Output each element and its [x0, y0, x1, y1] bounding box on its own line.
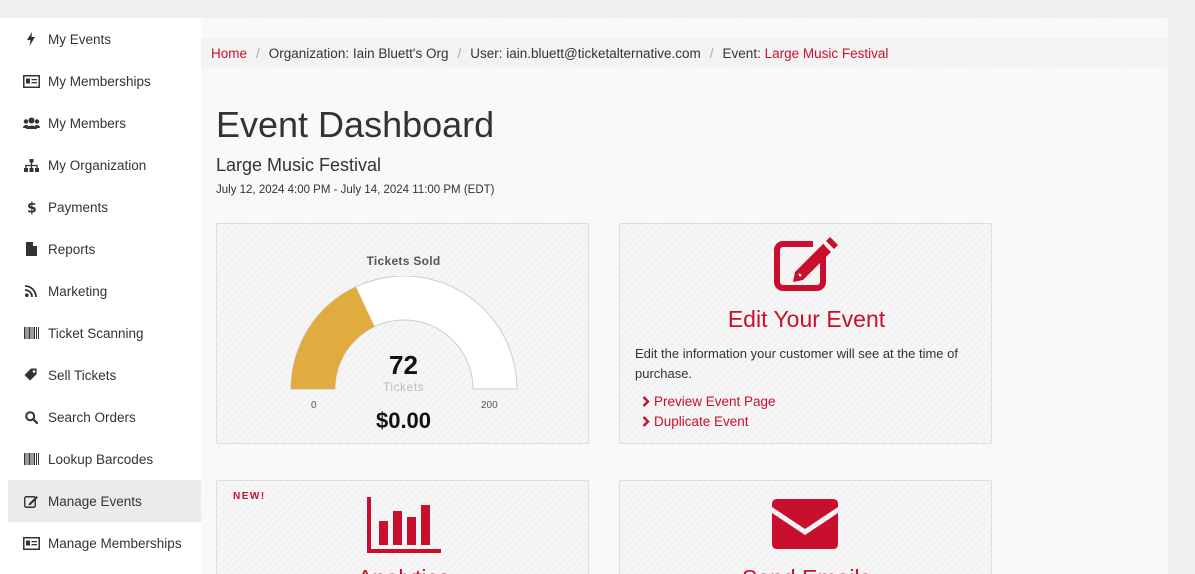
main-content: Home / Organization: Iain Bluett's Org /…	[201, 18, 1168, 574]
new-badge: NEW!	[233, 491, 266, 502]
barcode-icon	[22, 325, 40, 341]
sidebar-item-label: My Members	[48, 115, 127, 131]
sidebar: My Events My Memberships My Members My O…	[8, 18, 201, 564]
breadcrumb-separator: /	[256, 45, 260, 61]
tickets-sold-card: Tickets Sold 72 Tickets 0 200 $0.00	[216, 223, 589, 444]
sidebar-item-my-members[interactable]: My Members	[8, 102, 201, 144]
breadcrumb: Home / Organization: Iain Bluett's Org /…	[201, 38, 1168, 68]
analytics-title[interactable]: Analytics	[217, 565, 590, 574]
sidebar-item-manage-events[interactable]: Manage Events	[8, 480, 201, 522]
file-icon	[22, 241, 40, 257]
org-chart-icon	[22, 157, 40, 173]
edit-event-card[interactable]: Edit Your Event Edit the information you…	[619, 223, 992, 444]
sidebar-item-lookup-barcodes[interactable]: Lookup Barcodes	[8, 438, 201, 480]
duplicate-event-link[interactable]: Duplicate Event	[642, 414, 749, 429]
bar-chart-icon	[367, 497, 441, 553]
sidebar-item-my-events[interactable]: My Events	[8, 18, 201, 60]
barcode-icon	[22, 451, 40, 467]
event-dates: July 12, 2024 4:00 PM - July 14, 2024 11…	[216, 184, 495, 196]
sidebar-item-label: My Events	[48, 31, 112, 47]
edit-event-description: Edit the information your customer will …	[635, 346, 958, 381]
sidebar-item-label: Lookup Barcodes	[48, 451, 154, 467]
search-icon	[22, 409, 40, 425]
users-icon	[22, 115, 40, 131]
analytics-card[interactable]: NEW! Analytics	[216, 480, 589, 574]
preview-event-page-link[interactable]: Preview Event Page	[642, 394, 776, 409]
sidebar-item-my-memberships[interactable]: My Memberships	[8, 60, 201, 102]
gauge-unit: Tickets	[382, 380, 425, 394]
event-name: Large Music Festival	[216, 155, 382, 175]
sidebar-item-label: Sell Tickets	[48, 367, 117, 383]
sidebar-item-label: Manage Memberships	[48, 535, 182, 551]
gauge-value: 72	[389, 350, 418, 380]
breadcrumb-separator: /	[709, 45, 714, 61]
preview-event-page-label: Preview Event Page	[654, 394, 776, 409]
send-emails-title[interactable]: Send Emails	[620, 565, 993, 574]
sidebar-item-ticket-scanning[interactable]: Ticket Scanning	[8, 312, 201, 354]
sidebar-item-label: Ticket Scanning	[48, 325, 144, 341]
gauge-title: Tickets Sold	[366, 254, 441, 268]
chevron-right-icon	[642, 416, 650, 427]
breadcrumb-user: User: iain.bluett@ticketalternative.com	[470, 45, 701, 61]
sidebar-item-my-organization[interactable]: My Organization	[8, 144, 201, 186]
sidebar-item-label: Reports	[48, 241, 96, 257]
sidebar-item-label: My Memberships	[48, 73, 151, 89]
sidebar-item-marketing[interactable]: Marketing	[8, 270, 201, 312]
edit-icon	[22, 493, 40, 509]
send-emails-card[interactable]: Send Emails	[619, 480, 992, 574]
page-title: Event Dashboard	[216, 104, 495, 145]
svg-text:$: $	[27, 200, 36, 215]
dollar-icon: $	[22, 199, 40, 215]
sidebar-item-reports[interactable]: Reports	[8, 228, 201, 270]
breadcrumb-separator: /	[457, 45, 462, 61]
id-card-icon	[22, 535, 40, 551]
envelope-icon	[772, 499, 838, 549]
breadcrumb-event-link[interactable]: Large Music Festival	[765, 46, 889, 61]
sidebar-item-label: Payments	[48, 199, 109, 215]
breadcrumb-home-link[interactable]: Home	[211, 46, 247, 61]
edit-event-title[interactable]: Edit Your Event	[620, 306, 993, 333]
sidebar-item-label: My Organization	[48, 157, 147, 173]
breadcrumb-event-prefix: Event:	[722, 45, 765, 61]
id-card-icon	[22, 73, 40, 89]
sidebar-item-sell-tickets[interactable]: Sell Tickets	[8, 354, 201, 396]
edit-icon	[774, 237, 838, 291]
duplicate-event-label: Duplicate Event	[654, 414, 749, 429]
breadcrumb-organization: Organization: Iain Bluett's Org	[268, 45, 449, 61]
bolt-icon	[22, 31, 40, 47]
gauge-revenue: $0.00	[375, 408, 432, 433]
sidebar-item-payments[interactable]: $ Payments	[8, 186, 201, 228]
chevron-right-icon	[642, 396, 650, 407]
sidebar-item-manage-memberships[interactable]: Manage Memberships	[8, 522, 201, 564]
sidebar-item-label: Manage Events	[48, 493, 142, 509]
rss-icon	[22, 283, 40, 299]
tag-icon	[22, 367, 40, 383]
sidebar-item-label: Marketing	[48, 283, 108, 299]
sidebar-item-search-orders[interactable]: Search Orders	[8, 396, 201, 438]
sidebar-item-label: Search Orders	[48, 409, 136, 425]
